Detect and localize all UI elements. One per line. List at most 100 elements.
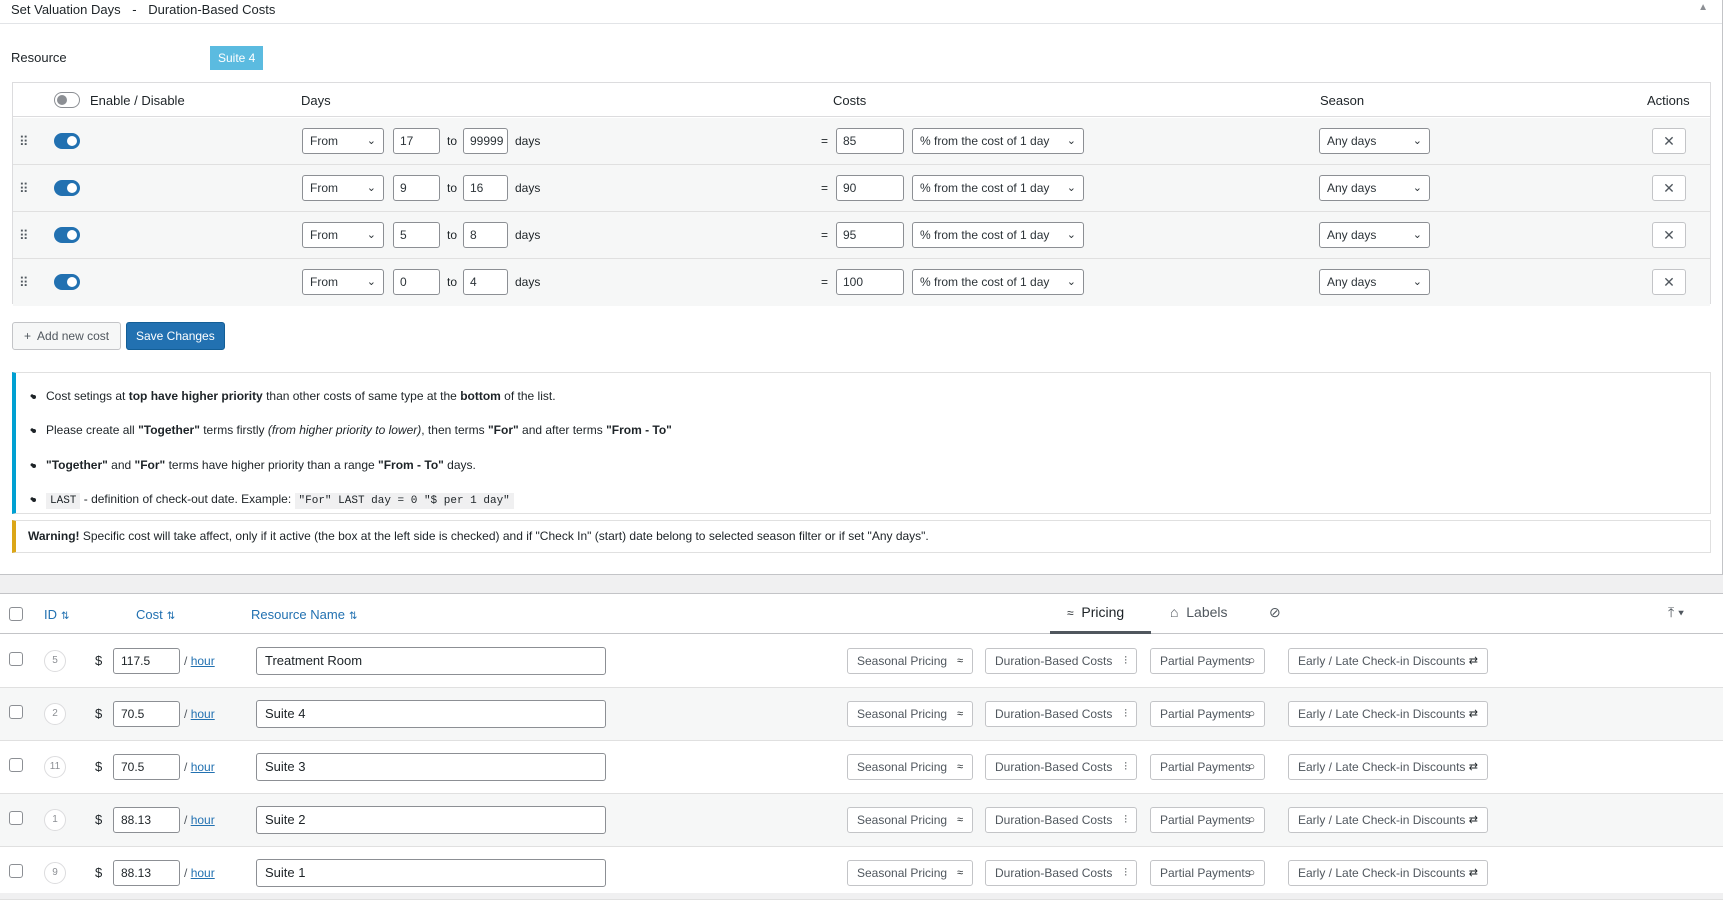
unit-link[interactable]: hour bbox=[191, 760, 215, 774]
cost-value-input[interactable]: 95 bbox=[836, 222, 904, 248]
days-to-input[interactable]: 16 bbox=[463, 175, 508, 201]
seasonal-pricing-button[interactable]: Seasonal Pricing ≈ bbox=[847, 648, 973, 674]
chevron-down-icon: ⌄ bbox=[1066, 229, 1076, 241]
early-late-discounts-button[interactable]: Early / Late Check-in Discounts ⇄ bbox=[1288, 754, 1488, 780]
partial-payments-button[interactable]: Partial Payments ○ bbox=[1150, 807, 1265, 833]
cost-type-select[interactable]: % from the cost of 1 day ⌄ bbox=[912, 222, 1084, 248]
resource-id-badge: 11 bbox=[44, 756, 66, 778]
enable-toggle[interactable] bbox=[54, 180, 80, 196]
early-late-discounts-button[interactable]: Early / Late Check-in Discounts ⇄ bbox=[1288, 648, 1488, 674]
chevron-down-icon: ⌄ bbox=[1066, 182, 1076, 194]
tab-labels[interactable]: ⌂ Labels bbox=[1170, 604, 1228, 620]
days-mode-select[interactable]: From ⌄ bbox=[302, 269, 384, 295]
early-late-discounts-button[interactable]: Early / Late Check-in Discounts ⇄ bbox=[1288, 807, 1488, 833]
partial-payments-button[interactable]: Partial Payments ○ bbox=[1150, 701, 1265, 727]
delete-row-button[interactable]: ✕ bbox=[1652, 222, 1686, 248]
drag-handle-icon[interactable]: ⠿ bbox=[19, 134, 28, 150]
cost-input[interactable]: 88.13 bbox=[113, 860, 180, 886]
panel-title: Set Valuation Days - Duration-Based Cost… bbox=[11, 2, 275, 17]
season-select[interactable]: Any days ⌄ bbox=[1319, 222, 1430, 248]
unit-link[interactable]: hour bbox=[191, 813, 215, 827]
early-late-discounts-button[interactable]: Early / Late Check-in Discounts ⇄ bbox=[1288, 860, 1488, 886]
drag-handle-icon[interactable]: ⠿ bbox=[19, 275, 28, 291]
circle-icon: ○ bbox=[1248, 655, 1255, 667]
resource-name-input[interactable]: Suite 1 bbox=[256, 859, 606, 887]
text: terms have higher priority than a range bbox=[165, 458, 379, 472]
days-to-input[interactable]: 8 bbox=[463, 222, 508, 248]
row-checkbox[interactable] bbox=[9, 705, 23, 719]
add-new-cost-button[interactable]: + Add new cost bbox=[12, 322, 122, 350]
cost-value-input[interactable]: 85 bbox=[836, 128, 904, 154]
cost-type-select[interactable]: % from the cost of 1 day ⌄ bbox=[912, 128, 1084, 154]
days-mode-select[interactable]: From ⌄ bbox=[302, 222, 384, 248]
unit-link[interactable]: hour bbox=[191, 707, 215, 721]
days-mode-select[interactable]: From ⌄ bbox=[302, 128, 384, 154]
select-all-checkbox[interactable] bbox=[9, 607, 23, 621]
partial-payments-button[interactable]: Partial Payments ○ bbox=[1150, 754, 1265, 780]
column-toggle-icon[interactable]: ⤒ ▾ bbox=[1668, 604, 1684, 621]
days-from-input[interactable]: 9 bbox=[393, 175, 440, 201]
resource-name-input[interactable]: Suite 2 bbox=[256, 806, 606, 834]
cost-value-input[interactable]: 100 bbox=[836, 269, 904, 295]
per-slash: / bbox=[184, 707, 188, 721]
partial-payments-button[interactable]: Partial Payments ○ bbox=[1150, 648, 1265, 674]
collapse-caret-icon[interactable]: ▲ bbox=[1698, 2, 1708, 13]
drag-handle-icon[interactable]: ⠿ bbox=[19, 181, 28, 197]
unit-link[interactable]: hour bbox=[191, 866, 215, 880]
chevron-down-icon: ⌄ bbox=[1412, 229, 1422, 241]
delete-row-button[interactable]: ✕ bbox=[1652, 128, 1686, 154]
duration-costs-button[interactable]: Duration-Based Costs ⫶ bbox=[985, 860, 1137, 886]
days-to-input[interactable]: 4 bbox=[463, 269, 508, 295]
early-late-discounts-button[interactable]: Early / Late Check-in Discounts ⇄ bbox=[1288, 701, 1488, 727]
enable-toggle[interactable] bbox=[54, 227, 80, 243]
days-from-input[interactable]: 17 bbox=[393, 128, 440, 154]
sort-cost[interactable]: Cost ⇅ bbox=[136, 607, 175, 622]
resource-name-input[interactable]: Suite 4 bbox=[256, 700, 606, 728]
seasonal-pricing-button[interactable]: Seasonal Pricing ≈ bbox=[847, 860, 973, 886]
tab-pricing[interactable]: ≈ Pricing bbox=[1067, 604, 1124, 620]
equals-sign: = bbox=[821, 134, 829, 148]
season-select[interactable]: Any days ⌄ bbox=[1319, 175, 1430, 201]
row-checkbox[interactable] bbox=[9, 811, 23, 825]
row-checkbox[interactable] bbox=[9, 864, 23, 878]
cost-value-input[interactable]: 90 bbox=[836, 175, 904, 201]
season-select[interactable]: Any days ⌄ bbox=[1319, 269, 1430, 295]
resource-name-input[interactable]: Suite 3 bbox=[256, 753, 606, 781]
enable-toggle[interactable] bbox=[54, 274, 80, 290]
duration-costs-button[interactable]: Duration-Based Costs ⫶ bbox=[985, 807, 1137, 833]
per-slash: / bbox=[184, 760, 188, 774]
cost-type-select[interactable]: % from the cost of 1 day ⌄ bbox=[912, 175, 1084, 201]
season-select[interactable]: Any days ⌄ bbox=[1319, 128, 1430, 154]
cost-input[interactable]: 117.5 bbox=[113, 648, 180, 674]
partial-payments-button[interactable]: Partial Payments ○ bbox=[1150, 860, 1265, 886]
row-checkbox[interactable] bbox=[9, 652, 23, 666]
days-from-input[interactable]: 5 bbox=[393, 222, 440, 248]
sort-id[interactable]: ID ⇅ bbox=[44, 607, 69, 622]
save-changes-button[interactable]: Save Changes bbox=[126, 322, 225, 350]
seasonal-pricing-button[interactable]: Seasonal Pricing ≈ bbox=[847, 701, 973, 727]
bar-chart-icon: ⫶ bbox=[1124, 655, 1127, 667]
hide-icon[interactable]: ⊘ bbox=[1269, 604, 1281, 621]
enable-all-toggle[interactable] bbox=[54, 92, 80, 108]
delete-row-button[interactable]: ✕ bbox=[1652, 175, 1686, 201]
unit-link[interactable]: hour bbox=[191, 654, 215, 668]
cost-input[interactable]: 70.5 bbox=[113, 701, 180, 727]
duration-costs-button[interactable]: Duration-Based Costs ⫶ bbox=[985, 754, 1137, 780]
duration-costs-button[interactable]: Duration-Based Costs ⫶ bbox=[985, 648, 1137, 674]
days-mode-select[interactable]: From ⌄ bbox=[302, 175, 384, 201]
days-to-input[interactable]: 99999 bbox=[463, 128, 508, 154]
cost-input[interactable]: 70.5 bbox=[113, 754, 180, 780]
seasonal-pricing-button[interactable]: Seasonal Pricing ≈ bbox=[847, 754, 973, 780]
resource-name-input[interactable]: Treatment Room bbox=[256, 647, 606, 675]
seasonal-pricing-button[interactable]: Seasonal Pricing ≈ bbox=[847, 807, 973, 833]
drag-handle-icon[interactable]: ⠿ bbox=[19, 228, 28, 244]
enable-toggle[interactable] bbox=[54, 133, 80, 149]
cost-input[interactable]: 88.13 bbox=[113, 807, 180, 833]
days-from-input[interactable]: 0 bbox=[393, 269, 440, 295]
cost-type-value: % from the cost of 1 day bbox=[920, 134, 1050, 148]
sort-resource-name[interactable]: Resource Name ⇅ bbox=[251, 607, 357, 622]
cost-type-select[interactable]: % from the cost of 1 day ⌄ bbox=[912, 269, 1084, 295]
duration-costs-button[interactable]: Duration-Based Costs ⫶ bbox=[985, 701, 1137, 727]
delete-row-button[interactable]: ✕ bbox=[1652, 269, 1686, 295]
row-checkbox[interactable] bbox=[9, 758, 23, 772]
